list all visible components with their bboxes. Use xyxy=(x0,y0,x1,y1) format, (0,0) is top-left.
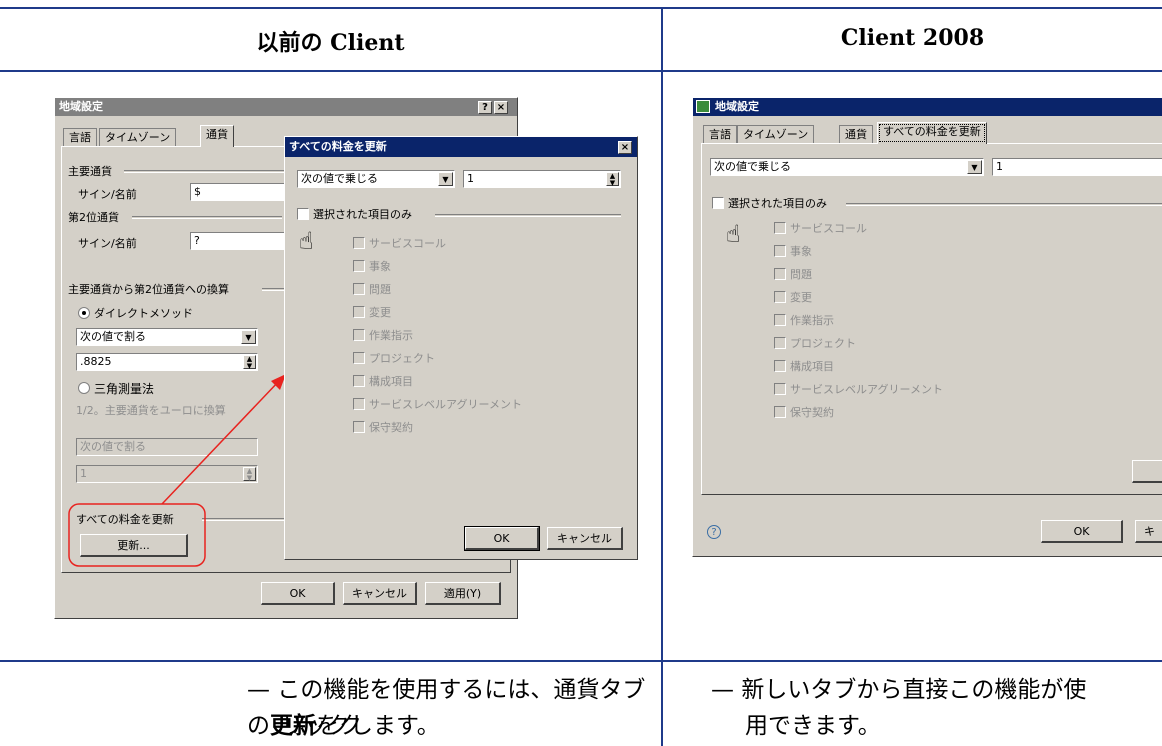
new-operation-value: 次の値で乗じる xyxy=(714,160,791,173)
update-all-rates-dialog: すべての料金を更新 × 次の値で乗じる ▼ 1 ▲ ▼ 選択された項目のみ ☝ サ… xyxy=(284,136,638,560)
new-dialog-titlebar: 地域設定 xyxy=(693,98,1162,116)
annotation-arrow-line xyxy=(161,379,281,505)
tab-currency[interactable]: 通貨 xyxy=(839,125,873,143)
right-description-line2: 用できます。 xyxy=(745,713,881,739)
popup-title: すべての料金を更新 xyxy=(289,140,387,153)
new-item-label: 事象 xyxy=(790,245,812,258)
update-all-rates-panel: 次の値で乗じる ▼ 1 選択された項目のみ ☝ サービスコール 事象 問題 変更… xyxy=(701,143,1162,495)
group-line xyxy=(435,214,621,217)
popup-ok-button[interactable]: OK xyxy=(464,526,540,551)
right-desc-part1: 新しいタブから直接この機能が使 xyxy=(741,677,1087,703)
popup-item-label: 作業指示 xyxy=(369,329,413,342)
new-item-checkbox[interactable] xyxy=(774,314,786,326)
popup-titlebar: すべての料金を更新 xyxy=(285,137,637,157)
new-item-checkbox[interactable] xyxy=(774,291,786,303)
popup-selected-only-checkbox[interactable] xyxy=(297,208,309,220)
table-desc-rule xyxy=(0,660,1162,662)
new-value-input[interactable]: 1 xyxy=(992,158,1162,176)
hand-icon: ☝ xyxy=(299,227,314,255)
new-item-checkbox[interactable] xyxy=(774,406,786,418)
popup-item-checkbox[interactable] xyxy=(353,329,365,341)
popup-item-label: サービスコール xyxy=(369,237,446,250)
new-regional-settings-dialog: 地域設定 言語 タイムゾーン 通貨 すべての料金を更新 次の値で乗じる ▼ 1 … xyxy=(692,97,1162,557)
update-button-highlight xyxy=(68,503,206,567)
new-item-label: 構成項目 xyxy=(790,360,834,373)
new-item-checkbox[interactable] xyxy=(774,268,786,280)
dash-marker: — xyxy=(247,677,270,703)
dropdown-arrow-icon[interactable]: ▼ xyxy=(967,160,982,174)
popup-item-checkbox[interactable] xyxy=(353,421,365,433)
popup-item-checkbox[interactable] xyxy=(353,398,365,410)
left-description-line2: リックします。 xyxy=(281,713,440,739)
spinner-icon[interactable]: ▲ ▼ xyxy=(606,172,619,187)
popup-item-checkbox[interactable] xyxy=(353,237,365,249)
popup-operation-select[interactable]: 次の値で乗じる ▼ xyxy=(297,170,455,188)
new-item-label: プロジェクト xyxy=(790,337,856,350)
help-circle-icon[interactable]: ? xyxy=(707,525,721,539)
popup-item-label: 変更 xyxy=(369,306,391,319)
right-description-line1: — 新しいタブから直接この機能が使 xyxy=(711,672,1086,708)
new-item-checkbox[interactable] xyxy=(774,245,786,257)
hand-icon: ☝ xyxy=(726,220,741,248)
popup-item-label: 事象 xyxy=(369,260,391,273)
new-selected-only-checkbox[interactable] xyxy=(712,197,724,209)
new-item-checkbox[interactable] xyxy=(774,383,786,395)
popup-item-label: 保守契約 xyxy=(369,421,413,434)
tab-update-all-rates[interactable]: すべての料金を更新 xyxy=(877,122,987,144)
table-column-divider xyxy=(661,7,663,746)
new-item-label: サービスレベルアグリーメント xyxy=(790,383,944,396)
partial-hidden-button[interactable] xyxy=(1132,460,1162,483)
popup-item-label: 構成項目 xyxy=(369,375,413,388)
tab-language[interactable]: 言語 xyxy=(703,125,737,143)
new-cancel-button-partial[interactable]: キ xyxy=(1135,520,1162,543)
popup-item-label: サービスレベルアグリーメント xyxy=(369,398,523,411)
popup-operation-value: 次の値で乗じる xyxy=(301,172,378,185)
popup-item-checkbox[interactable] xyxy=(353,260,365,272)
popup-item-label: プロジェクト xyxy=(369,352,435,365)
globe-icon xyxy=(696,100,710,113)
tab-timezone[interactable]: タイムゾーン xyxy=(737,125,815,143)
popup-item-checkbox[interactable] xyxy=(353,375,365,387)
new-item-label: 変更 xyxy=(790,291,812,304)
popup-item-checkbox[interactable] xyxy=(353,352,365,364)
popup-value-input[interactable]: 1 ▲ ▼ xyxy=(463,170,621,188)
new-item-label: 保守契約 xyxy=(790,406,834,419)
new-item-checkbox[interactable] xyxy=(774,337,786,349)
popup-item-checkbox[interactable] xyxy=(353,306,365,318)
new-item-label: 作業指示 xyxy=(790,314,834,327)
new-item-checkbox[interactable] xyxy=(774,222,786,234)
popup-value-text: 1 xyxy=(467,172,474,185)
new-item-checkbox[interactable] xyxy=(774,360,786,372)
new-selected-only-label: 選択された項目のみ xyxy=(728,197,827,210)
dash-marker: — xyxy=(711,677,734,703)
new-ok-button[interactable]: OK xyxy=(1041,520,1123,543)
right-column-title: Client 2008 xyxy=(840,25,985,51)
new-item-label: サービスコール xyxy=(790,222,867,235)
popup-item-checkbox[interactable] xyxy=(353,283,365,295)
popup-cancel-button[interactable]: キャンセル xyxy=(547,527,623,550)
popup-selected-only-label: 選択された項目のみ xyxy=(313,208,412,221)
tab-currency[interactable]: 通貨 xyxy=(200,125,234,147)
new-item-label: 問題 xyxy=(790,268,812,281)
dropdown-arrow-icon[interactable]: ▼ xyxy=(438,172,453,186)
new-dialog-title: 地域設定 xyxy=(715,100,759,113)
popup-item-label: 問題 xyxy=(369,283,391,296)
group-line xyxy=(846,203,1162,206)
popup-close-button[interactable]: × xyxy=(618,141,632,154)
new-operation-select[interactable]: 次の値で乗じる ▼ xyxy=(710,158,984,176)
